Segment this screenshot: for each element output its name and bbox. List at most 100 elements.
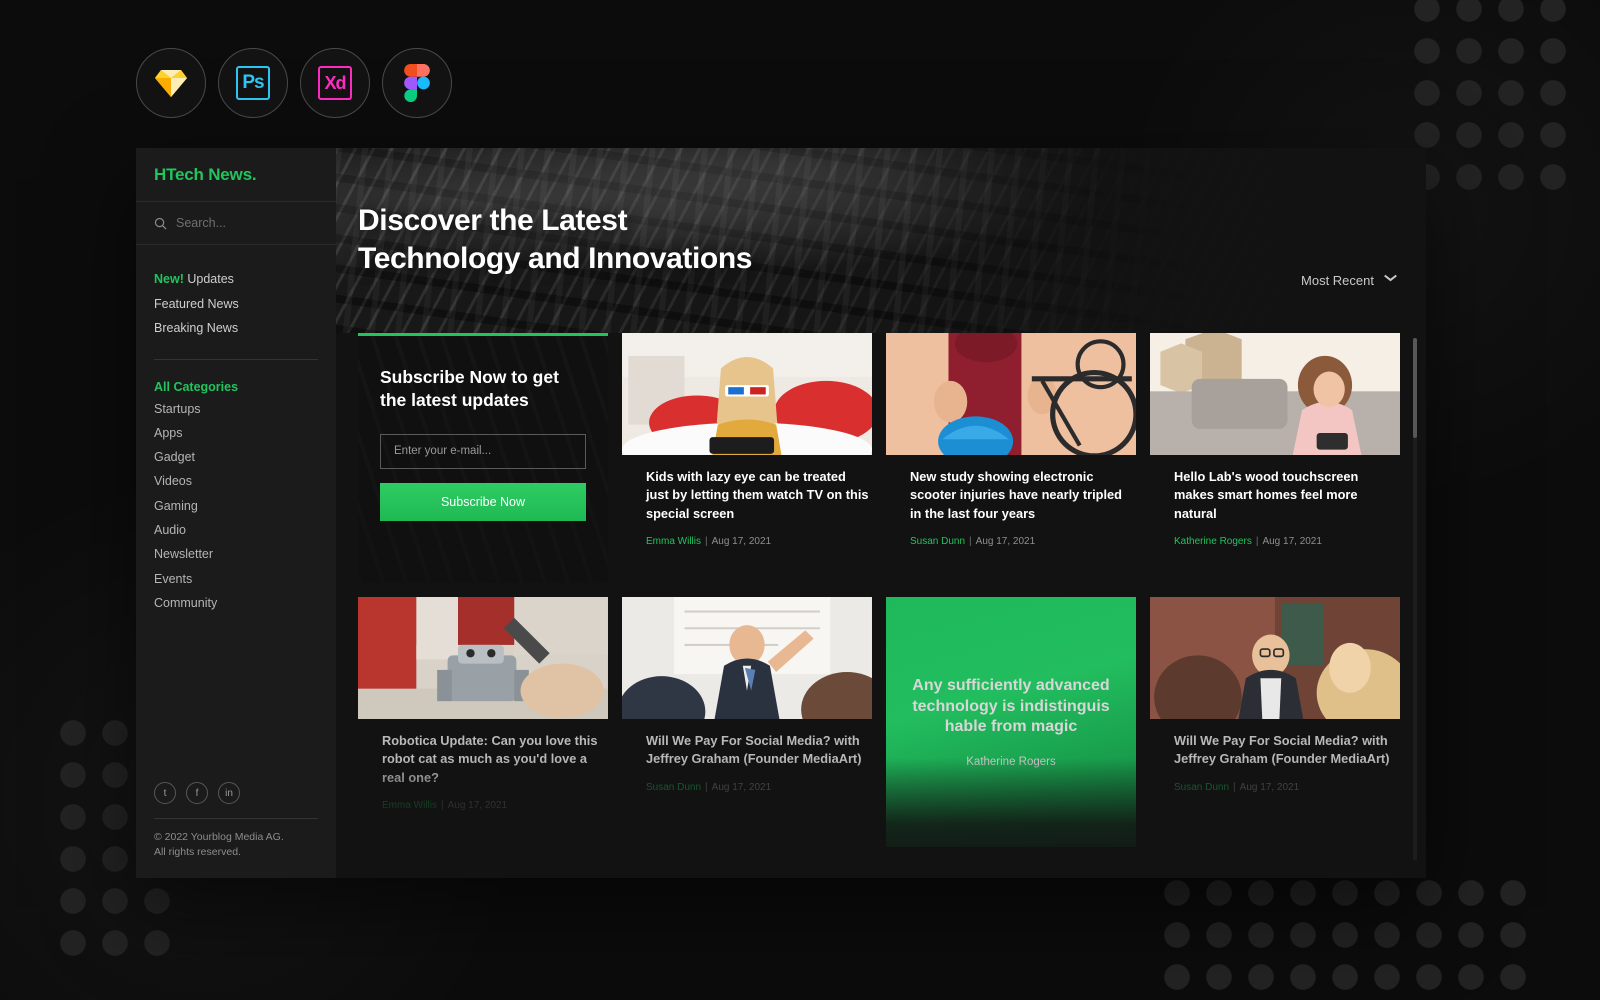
article-date: Aug 17, 2021 <box>1239 781 1300 793</box>
sidebar-item-new-updates[interactable]: New! Updates <box>154 267 318 292</box>
article-card[interactable]: Will We Pay For Social Media? with Jeffr… <box>622 597 872 847</box>
thumbnail-image-presenter-audience <box>622 597 872 719</box>
article-meta: Emma Willis | Aug 17, 2021 <box>646 536 872 547</box>
search-icon <box>154 217 167 229</box>
article-title: New study showing electronic scooter inj… <box>910 469 1122 521</box>
article-meta: Susan Dunn | Aug 17, 2021 <box>1174 782 1400 793</box>
article-title: Kids with lazy eye can be treated just b… <box>646 469 869 521</box>
meta-separator: | <box>1233 781 1236 793</box>
search-input[interactable] <box>176 216 296 230</box>
article-author: Emma Willis <box>646 535 701 547</box>
subscribe-card: Subscribe Now to get the latest updates … <box>358 333 608 583</box>
sidebar-item-breaking-news[interactable]: Breaking News <box>154 316 318 341</box>
article-author: Susan Dunn <box>646 781 702 793</box>
email-input[interactable] <box>380 433 586 469</box>
sidebar-item-gadget[interactable]: Gadget <box>154 445 318 469</box>
sidebar-item-apps[interactable]: Apps <box>154 421 318 445</box>
article-date: Aug 17, 2021 <box>975 535 1036 547</box>
twitter-icon[interactable]: t <box>154 782 176 804</box>
article-card[interactable]: New study showing electronic scooter inj… <box>886 333 1136 583</box>
sketch-icon <box>155 70 187 97</box>
article-date: Aug 17, 2021 <box>447 799 508 811</box>
content-scrollbar[interactable] <box>1413 338 1417 860</box>
thumbnail-image-street-conversation <box>1150 597 1400 719</box>
sidebar: HTech News. New! Updates Featured News B… <box>136 148 336 878</box>
subscribe-button[interactable]: Subscribe Now <box>380 482 586 521</box>
photoshop-badge[interactable]: Ps <box>218 48 288 118</box>
search-bar[interactable] <box>136 202 336 245</box>
brand-logo-text: HTech News. <box>154 164 257 184</box>
article-body: Hello Lab's wood touchscreen makes smart… <box>1150 455 1400 547</box>
scrollbar-thumb[interactable] <box>1413 338 1417 438</box>
sidebar-item-featured-news[interactable]: Featured News <box>154 292 318 317</box>
page-title: Discover the Latest Technology and Innov… <box>358 202 752 279</box>
linkedin-icon[interactable]: in <box>218 782 240 804</box>
brand-header[interactable]: HTech News. <box>136 148 336 202</box>
article-body: New study showing electronic scooter inj… <box>886 455 1136 547</box>
article-meta: Susan Dunn | Aug 17, 2021 <box>646 782 872 793</box>
meta-separator: | <box>441 799 444 811</box>
article-body: Robotica Update: Can you love this robot… <box>358 719 608 811</box>
hero-title-line-1: Discover the Latest <box>358 204 628 237</box>
article-body: Will We Pay For Social Media? with Jeffr… <box>1150 719 1400 793</box>
figma-badge[interactable] <box>382 48 452 118</box>
copyright-line-1: © 2022 Yourblog Media AG. <box>154 831 284 843</box>
sort-dropdown-label: Most Recent <box>1301 273 1374 288</box>
hero-title-line-2: Technology and Innovations <box>358 242 753 276</box>
article-meta: Susan Dunn | Aug 17, 2021 <box>910 536 1136 547</box>
thumbnail-image-woman-phone-sofa <box>1150 333 1400 455</box>
photoshop-icon: Ps <box>236 66 270 100</box>
article-meta: Katherine Rogers | Aug 17, 2021 <box>1174 536 1400 547</box>
category-list: Startups Apps Gadget Videos Gaming Audio… <box>136 397 336 616</box>
chevron-down-icon <box>1385 277 1396 284</box>
article-title: Hello Lab's wood touchscreen makes smart… <box>1174 469 1359 521</box>
article-card[interactable]: Kids with lazy eye can be treated just b… <box>622 333 872 583</box>
dot-grid-top-right <box>1406 0 1578 204</box>
article-meta: Emma Willis | Aug 17, 2021 <box>382 800 608 811</box>
quote-text: Any sufficiently advanced technology is … <box>912 676 1110 736</box>
article-title: Will We Pay For Social Media? with Jeffr… <box>646 733 862 767</box>
thumbnail-image-robot-build <box>358 597 608 719</box>
article-title: Robotica Update: Can you love this robot… <box>382 733 598 785</box>
app-window: HTech News. New! Updates Featured News B… <box>136 148 1426 878</box>
thumbnail-image-cyclist-helmet <box>886 333 1136 455</box>
article-author: Susan Dunn <box>910 535 966 547</box>
quote-card[interactable]: Any sufficiently advanced technology is … <box>886 597 1136 847</box>
meta-separator: | <box>969 535 972 547</box>
quote-author: Katherine Rogers <box>966 756 1056 769</box>
sidebar-item-community[interactable]: Community <box>154 591 318 615</box>
article-thumbnail <box>358 597 608 719</box>
new-badge-label: New! <box>154 272 184 286</box>
sort-dropdown[interactable]: Most Recent <box>1301 273 1396 288</box>
article-card[interactable]: Robotica Update: Can you love this robot… <box>358 597 608 847</box>
article-card[interactable]: Hello Lab's wood touchscreen makes smart… <box>1150 333 1400 583</box>
figma-icon <box>404 64 430 102</box>
article-grid: Subscribe Now to get the latest updates … <box>358 333 1400 878</box>
article-thumbnail <box>1150 597 1400 719</box>
sidebar-item-events[interactable]: Events <box>154 567 318 591</box>
sidebar-item-startups[interactable]: Startups <box>154 397 318 421</box>
article-date: Aug 17, 2021 <box>1262 535 1322 547</box>
subscribe-title: Subscribe Now to get the latest updates <box>380 367 559 411</box>
social-links: t f in <box>154 782 318 804</box>
article-card[interactable]: Will We Pay For Social Media? with Jeffr… <box>1150 597 1400 847</box>
article-thumbnail <box>886 333 1136 455</box>
adobe-xd-icon: Xd <box>318 66 352 100</box>
sketch-badge[interactable] <box>136 48 206 118</box>
facebook-icon[interactable]: f <box>186 782 208 804</box>
thumbnail-image-kid-3d-glasses <box>622 333 872 455</box>
article-date: Aug 17, 2021 <box>711 781 772 793</box>
article-author: Emma Willis <box>382 799 437 811</box>
article-date: Aug 17, 2021 <box>711 535 772 547</box>
article-author: Susan Dunn <box>1174 781 1230 793</box>
sidebar-item-gaming[interactable]: Gaming <box>154 494 318 518</box>
main-content: Discover the Latest Technology and Innov… <box>336 148 1426 878</box>
article-body: Kids with lazy eye can be treated just b… <box>622 455 872 547</box>
sidebar-item-videos[interactable]: Videos <box>154 469 318 493</box>
adobe-xd-badge[interactable]: Xd <box>300 48 370 118</box>
sidebar-item-audio[interactable]: Audio <box>154 518 318 542</box>
categories-heading[interactable]: All Categories <box>136 360 336 397</box>
sidebar-item-newsletter[interactable]: Newsletter <box>154 542 318 566</box>
article-author: Katherine Rogers <box>1174 535 1252 547</box>
footer-divider <box>154 818 318 819</box>
